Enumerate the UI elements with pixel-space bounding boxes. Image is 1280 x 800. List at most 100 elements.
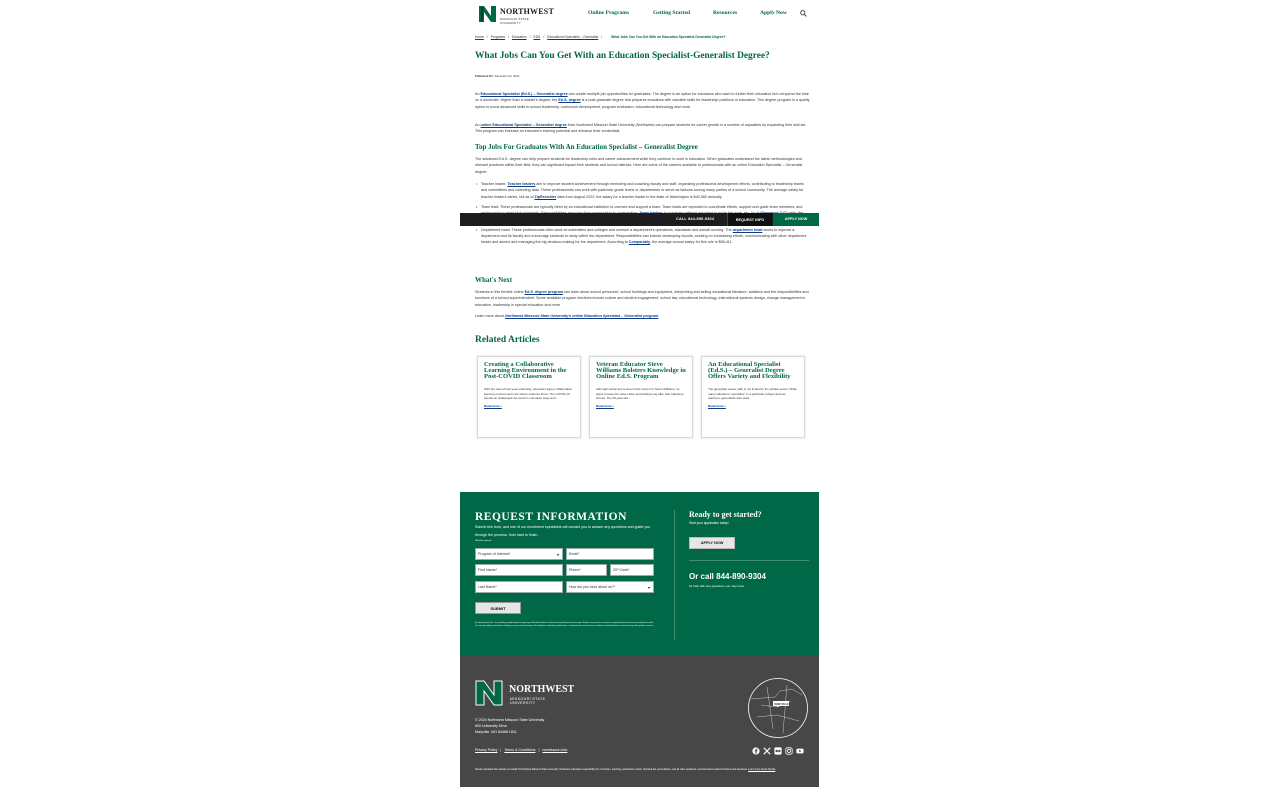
text-span: . [775,768,776,771]
page-bottom [460,787,819,800]
copyright: © 2024 Northwest Missouri State Universi… [475,718,545,722]
related-card[interactable]: Creating a Collaborative Learning Enviro… [477,356,581,438]
privacy-policy-link[interactable]: Privacy Policy [475,748,497,752]
online-eds-link[interactable]: online Educational Specialist – Generali… [481,123,567,127]
breadcrumb-home[interactable]: Home [475,35,484,39]
map-label: MARYVILLE [775,703,790,706]
phone-field[interactable]: Phone* [566,564,607,576]
second-paragraph: An online Educational Specialist – Gener… [475,122,810,135]
breadcrumb-current: What Jobs Can You Get With an Education … [611,35,726,39]
site-header: NORTHWEST MISSOURI STATE UNIVERSITY Onli… [460,0,819,27]
footer-logo[interactable]: NORTHWEST MISSOURI STATE UNIVERSITY [475,679,575,707]
logo-mark-icon [479,6,496,22]
horizontal-divider [689,560,809,561]
eds-program-link[interactable]: Ed.S. degree program [525,290,563,294]
program-select[interactable]: Program of Interest* [475,548,563,560]
breadcrumb: Home / Programs / Education / EDS / Educational … [475,35,726,39]
published-date: Published On: December 22, 2022 [475,74,519,78]
footer-logo-mark-icon [475,680,503,706]
read-more-link[interactable]: Read more › [484,404,574,408]
card-title[interactable]: Creating a Collaborative Learning Enviro… [484,361,574,381]
last-name-field[interactable]: Last Name* [475,581,563,593]
published-label: Published On: [475,74,494,78]
nav-apply-now[interactable]: Apply Now [760,10,787,16]
card-excerpt: With the new school year underway, educa… [484,386,573,401]
intro-paragraph: An Educational Specialist (Ed.S.) – Gene… [475,91,810,110]
teacher-leaders-link[interactable]: Teacher leaders [507,182,535,186]
address-line-2: Maryville, MO 64468 USA [475,730,517,734]
search-icon[interactable] [800,10,807,17]
or-call-subtext: for help with any questions you may have… [689,584,745,588]
northwest-logo[interactable]: NORTHWEST MISSOURI STATE UNIVERSITY [478,4,554,25]
hear-about-select[interactable]: How did you hear about us?* [566,581,654,593]
list-item: Department head: These professionals oft… [476,227,810,246]
nav-resources[interactable]: Resources [713,10,737,16]
or-call-phone[interactable]: Or call 844-890-9304 [689,572,766,581]
zip-field[interactable]: ZIP Code* [610,564,654,576]
eds-generalist-link[interactable]: Educational Specialist (Ed.S.) – General… [481,92,568,96]
text-span: data from August 2022, the salary for a … [556,194,723,199]
request-subtext: Submit this form, and one of our enrollm… [475,525,651,537]
nav-online-programs[interactable]: Online Programs [588,10,629,16]
published-value: December 22, 2022 [494,74,520,78]
breadcrumb-generalist[interactable]: Educational Specialist – Generalist [547,35,598,39]
text-span: Department head: These professionals oft… [481,227,733,232]
submit-button[interactable]: SUBMIT [475,602,521,614]
related-card[interactable]: Veteran Educator Steve Williams Bolsters… [589,356,693,438]
card-excerpt: The generalist career path is not limite… [708,386,797,401]
learn-noodle-link[interactable]: Learn more about Noodle [748,768,775,771]
footer-logo-wordmark: NORTHWEST [509,684,575,695]
flickr-icon[interactable] [774,747,782,755]
read-more-link[interactable]: Read more › [708,404,798,408]
ready-heading: Ready to get started? [689,510,762,519]
breadcrumb-eds[interactable]: EDS [534,35,541,39]
footer-logo-subtitle: MISSOURI STATE UNIVERSITY [510,697,546,705]
related-card[interactable]: An Educational Specialist (Ed.S.) – Gene… [701,356,805,438]
read-more-link[interactable]: Read more › [596,404,686,408]
text-span: . [658,314,660,318]
consent-disclaimer: By submitting this form, I am providing … [475,622,654,628]
text-span: Students in this flexible online [475,290,525,294]
address-line-1: 800 University Drive [475,724,508,728]
email-field[interactable]: Email* [566,548,654,560]
request-heading: REQUEST INFORMATION [475,511,627,523]
logo-wordmark: NORTHWEST [500,7,554,16]
comparably-link[interactable]: Comparably [629,240,650,244]
request-info-button[interactable]: REQUEST INFO [727,213,772,226]
page: NORTHWEST MISSOURI STATE UNIVERSITY Onli… [460,0,819,800]
site-footer: NORTHWEST MISSOURI STATE UNIVERSITY © 20… [460,655,819,787]
sticky-cta-bar: CALL 844-890-9304 REQUEST INFO APPLY NOW [460,213,819,226]
sticky-apply-now-button[interactable]: APPLY NOW [773,213,819,226]
text-span: , the average annual salary for this rol… [650,240,733,245]
missouri-map-icon: MARYVILLE [748,678,808,738]
card-excerpt: Although retirement is around the corner… [596,386,684,401]
logo-subtitle: MISSOURI STATE UNIVERSITY [500,17,530,25]
call-phone-link[interactable]: CALL 844-890-9304 [676,217,714,221]
apply-now-button[interactable]: APPLY NOW [689,537,735,549]
list-item: Teacher leader: Teacher leaders aim to i… [476,181,810,200]
terms-link[interactable]: Terms & Conditions [504,748,535,752]
required-note: *All fields required [475,540,492,542]
heading-whats-next: What's Next [475,276,513,284]
text-span: Teacher leader: [481,182,508,186]
nwmissouri-link[interactable]: nwmissouri.edu [542,748,567,752]
facebook-icon[interactable] [752,747,760,755]
first-name-field[interactable]: First Name* [475,564,563,576]
learn-more-paragraph: Learn more about Northwest Missouri Stat… [475,313,810,319]
department-head-link[interactable]: department head [733,228,763,232]
card-title[interactable]: An Educational Specialist (Ed.S.) – Gene… [708,361,798,381]
x-icon[interactable] [763,747,771,755]
eds-degree-link[interactable]: Ed.S. degree [558,98,580,102]
program-page-link[interactable]: Northwest Missouri State University's on… [505,314,658,318]
breadcrumb-education[interactable]: Education [512,35,527,39]
ready-subtext: Start your application today! [689,521,729,525]
ziprecruiter-link[interactable]: ZipRecruiter [535,195,557,199]
text-span: Noodle maintains this website on behalf … [475,768,749,771]
page-title: What Jobs Can You Get With an Education … [475,51,770,61]
breadcrumb-programs[interactable]: Programs [491,35,505,39]
card-title[interactable]: Veteran Educator Steve Williams Bolsters… [596,361,686,381]
instagram-icon[interactable] [785,747,793,755]
nav-getting-started[interactable]: Getting Started [653,10,690,16]
heading-top-jobs: Top Jobs For Graduates With An Education… [475,143,698,151]
youtube-icon[interactable] [796,747,804,755]
